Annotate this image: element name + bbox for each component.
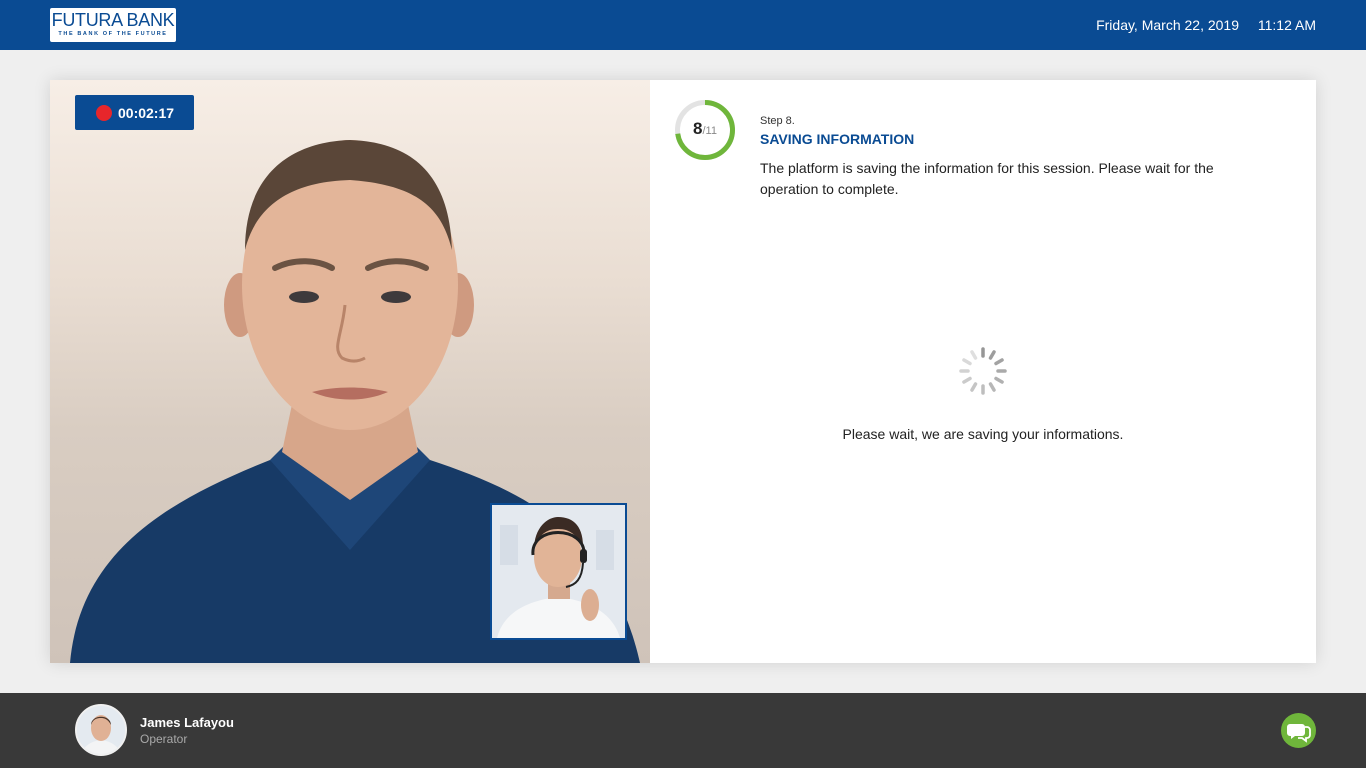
footer-bar: James Lafayou Operator [0, 693, 1366, 768]
operator-name: James Lafayou [140, 715, 234, 730]
session-card: 00:02:17 8/11 Step 8. SAVING INFORMATION… [50, 80, 1316, 663]
step-label: Step 8. [760, 115, 795, 127]
avatar-icon [77, 706, 125, 754]
spinner-tick [962, 358, 972, 366]
recording-indicator: 00:02:17 [75, 95, 194, 130]
operator-video-feed [492, 505, 625, 638]
spinner-tick [994, 376, 1004, 384]
step-total: /11 [702, 125, 717, 137]
bank-logo: FUTURA BANK THE BANK OF THE FUTURE [50, 8, 176, 42]
step-panel: 8/11 Step 8. SAVING INFORMATION The plat… [650, 80, 1316, 663]
spinner-tick [962, 376, 972, 384]
top-bar: FUTURA BANK THE BANK OF THE FUTURE Frida… [0, 0, 1366, 50]
spinner-tick [994, 358, 1004, 366]
operator-avatar [75, 704, 127, 756]
operator-role: Operator [140, 732, 188, 746]
loading-spinner-icon [959, 347, 1007, 395]
chat-bubbles-icon [1287, 724, 1311, 743]
current-date: Friday, March 22, 2019 [1096, 17, 1239, 33]
spinner-tick [988, 382, 996, 392]
spinner-tick [988, 350, 996, 360]
saving-status-message: Please wait, we are saving your informat… [842, 426, 1124, 442]
step-title: SAVING INFORMATION [760, 131, 915, 147]
chat-button[interactable] [1281, 713, 1316, 748]
recording-timer: 00:02:17 [118, 105, 175, 121]
spinner-tick [970, 382, 978, 392]
recording-dot-icon [96, 105, 112, 121]
step-description: The platform is saving the information f… [760, 160, 1214, 197]
current-time: 11:12 AM [1257, 17, 1316, 33]
logo-tagline: THE BANK OF THE FUTURE [58, 31, 168, 37]
logo-name: FUTURA BANK [51, 10, 175, 30]
step-progress-ring: 8/11 [674, 99, 736, 161]
operator-pip-video[interactable] [490, 503, 627, 640]
customer-video: 00:02:17 [50, 80, 650, 663]
spinner-tick [970, 350, 978, 360]
